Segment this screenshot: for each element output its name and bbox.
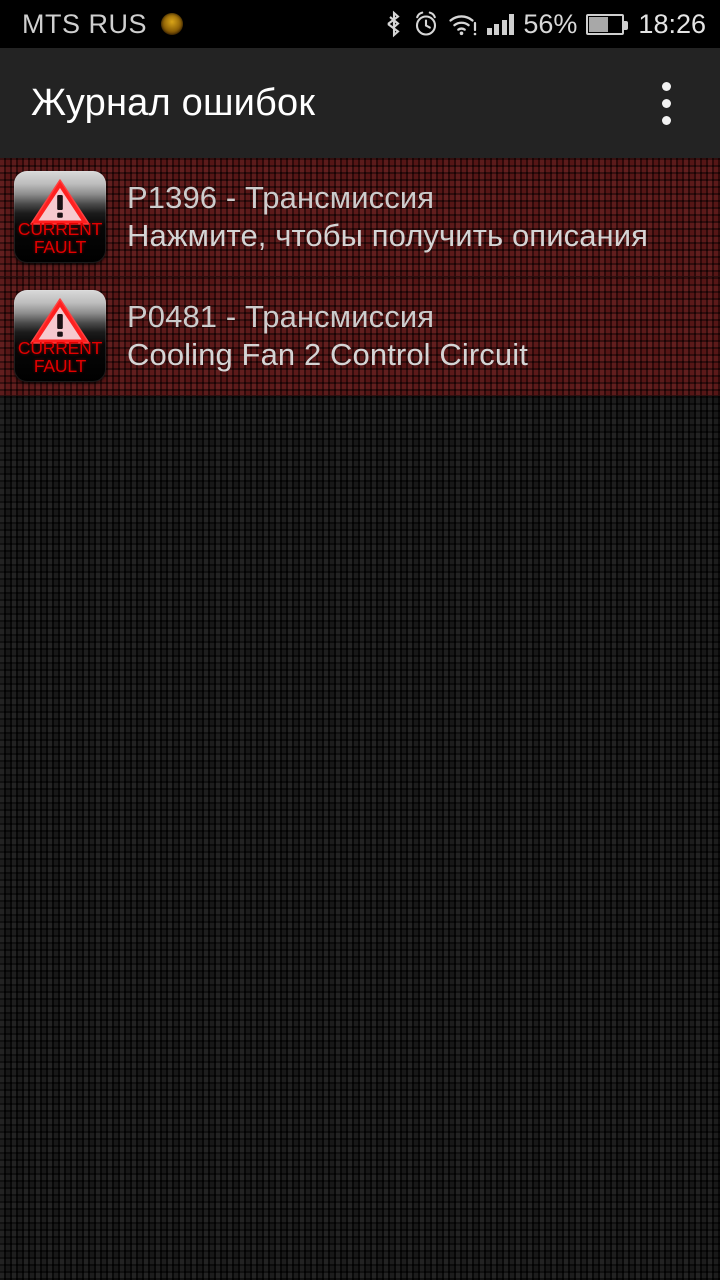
page-title: Журнал ошибок [31,81,316,124]
app-badge-icon [161,13,183,35]
carrier-label: MTS RUS [22,8,147,39]
fault-code: P0481 - Трансмиссия [127,299,435,334]
status-icons-group: 56% 18:26 [384,9,706,40]
badge-line-2: FAULT [33,237,87,258]
overflow-menu-icon[interactable] [644,73,688,133]
bluetooth-icon [387,10,400,38]
current-fault-label: CURRENT FAULT [14,220,106,258]
battery-icon [586,13,629,35]
current-fault-label: CURRENT FAULT [14,339,106,377]
status-bar: MTS RUS 56% 18:26 [0,0,720,48]
current-fault-badge: CURRENT FAULT [14,171,106,263]
alarm-clock-icon [415,11,436,36]
current-fault-badge: CURRENT FAULT [14,290,106,382]
fault-list: CURRENT FAULT P1396 - Трансмиссия Нажмит… [0,158,720,396]
fault-text-block: P0481 - Трансмиссия Cooling Fan 2 Contro… [127,299,528,373]
action-bar: Журнал ошибок [0,48,720,158]
signal-bars-icon [486,13,515,35]
content-area: CURRENT FAULT P1396 - Трансмиссия Нажмит… [0,158,720,1280]
fault-text-block: P1396 - Трансмиссия Нажмите, чтобы получ… [127,180,648,254]
fault-description: Cooling Fan 2 Control Circuit [127,337,528,372]
fault-description: Нажмите, чтобы получить описания [127,218,649,253]
fault-list-item[interactable]: CURRENT FAULT P1396 - Трансмиссия Нажмит… [0,158,720,277]
wifi-warning-icon [449,15,477,36]
clock-label: 18:26 [638,8,706,39]
empty-list-area [0,396,720,1280]
fault-code: P1396 - Трансмиссия [127,180,435,215]
badge-line-2: FAULT [33,356,87,377]
app-screen: MTS RUS 56% 18:26 Журнал ошибок CURRENT … [0,0,720,1280]
fault-list-item[interactable]: CURRENT FAULT P0481 - Трансмиссия Coolin… [0,277,720,396]
battery-percent-label: 56% [523,8,578,39]
